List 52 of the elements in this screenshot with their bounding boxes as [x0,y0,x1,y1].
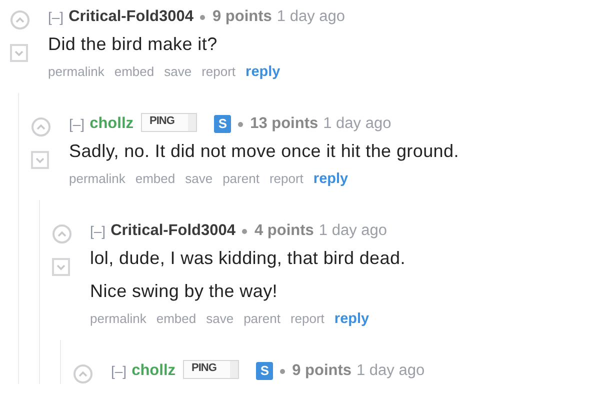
comment-text: Nice swing by the way! [90,280,278,303]
action-link[interactable]: permalink [69,168,126,190]
separator-dot [242,228,248,234]
action-link[interactable]: report [290,308,324,330]
action-link[interactable]: save [164,61,192,83]
action-link[interactable]: report [269,168,304,190]
username[interactable]: chollz [90,113,134,135]
upvote-icon[interactable] [52,224,72,244]
separator-dot [238,122,244,126]
downvote-icon[interactable] [52,258,70,276]
submitter-badge[interactable]: S [214,115,232,133]
downvote-icon[interactable] [10,44,28,62]
action-link[interactable]: permalink [90,308,146,330]
reply-link[interactable]: reply [334,308,370,330]
reply-link[interactable]: reply [313,168,348,190]
action-link[interactable]: parent [222,168,260,190]
username[interactable]: chollz [132,360,176,382]
collapse-toggle[interactable]: [–] [90,220,106,242]
action-link[interactable]: embed [156,308,196,330]
action-link[interactable]: embed [135,168,176,190]
action-link[interactable]: report [202,61,236,83]
username[interactable]: Critical-Fold3004 [110,220,236,242]
comment-text: Did the bird make it? [48,33,218,56]
action-link[interactable]: permalink [48,61,104,83]
separator-dot [200,14,206,20]
action-link[interactable]: embed [114,61,154,83]
upvote-icon[interactable] [73,364,93,384]
reply-link[interactable]: reply [246,61,280,83]
action-link[interactable]: save [206,308,234,330]
user-flair: PING [182,360,240,378]
score: 9 points [292,361,352,381]
upvote-icon[interactable] [31,117,51,137]
collapse-toggle[interactable]: [–] [48,6,64,28]
score: 13 points [250,114,318,134]
collapse-toggle[interactable]: [–] [111,360,127,382]
downvote-icon[interactable] [31,151,49,169]
submitter-badge[interactable]: S [256,362,274,380]
timestamp: 1 day ago [318,221,387,241]
action-link[interactable]: parent [244,308,280,330]
username[interactable]: Critical-Fold3004 [68,6,194,28]
comment-text: lol, dude, I was kidding, that bird dead. [90,247,406,270]
comment-text: Sadly, no. It did not move once it hit the ground. [69,140,460,163]
action-link[interactable]: save [185,168,213,190]
timestamp: 1 day ago [276,7,345,27]
user-flair: PING [140,112,198,132]
score: 4 points [254,221,314,241]
collapse-toggle[interactable]: [–] [69,113,85,135]
upvote-icon[interactable] [10,10,30,30]
timestamp: 1 day ago [323,114,392,134]
score: 9 points [212,7,272,27]
separator-dot [280,368,286,374]
timestamp: 1 day ago [356,361,425,381]
